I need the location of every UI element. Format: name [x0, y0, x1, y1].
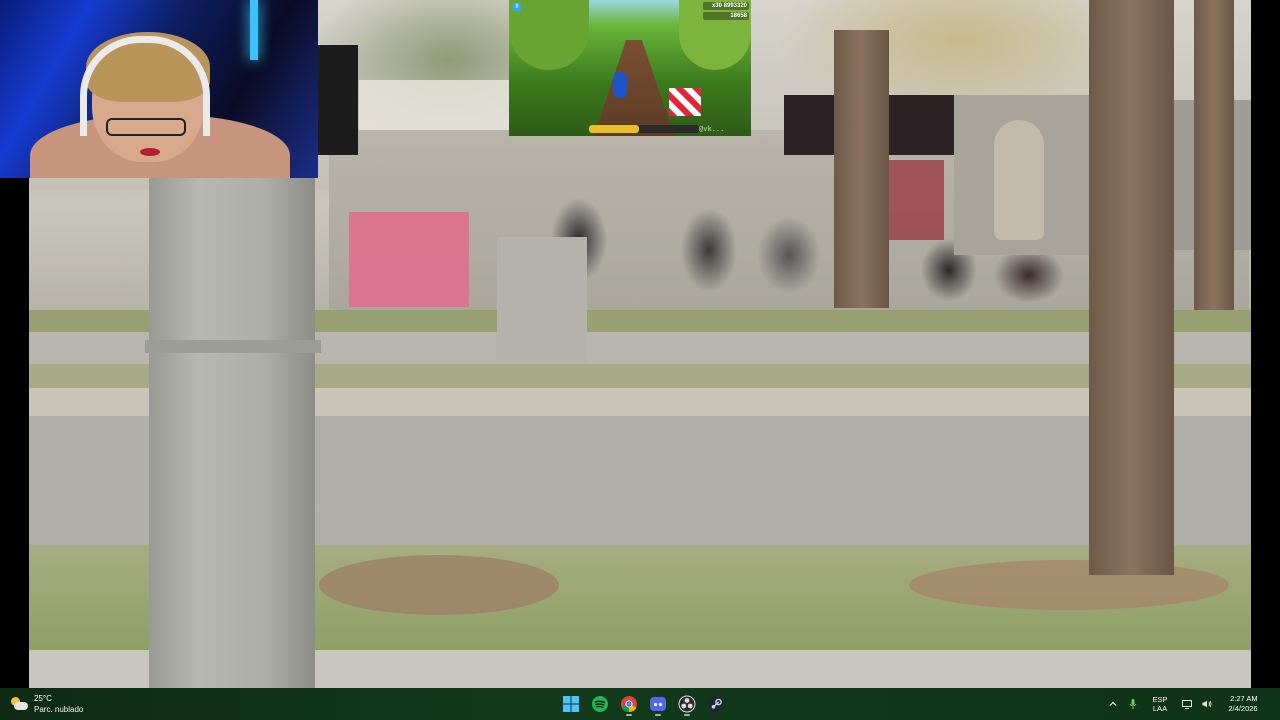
obs-studio-icon	[678, 695, 695, 713]
game-score-value: 8993320	[723, 3, 747, 9]
banner-figure	[994, 120, 1044, 240]
stone-block	[497, 237, 587, 362]
cloud-shape	[14, 702, 28, 710]
webcam-overlay	[0, 0, 318, 178]
taskbar: 25°C Parc. nublado ESP LAA 2:27 AM 2/4/2…	[0, 688, 1280, 720]
taskbar-apps	[556, 688, 730, 720]
game-overlay: II x30 8993320 18658 @vk...	[509, 0, 751, 136]
chevron-up-icon[interactable]	[1106, 692, 1120, 716]
red-booth	[884, 160, 944, 240]
weather-condition: Parc. nublado	[34, 705, 84, 714]
pause-icon: II	[513, 3, 521, 11]
chrome-button[interactable]	[617, 692, 641, 716]
game-logo-fragment	[318, 45, 358, 155]
volume-icon[interactable]	[1200, 692, 1214, 716]
discord-icon	[649, 697, 666, 711]
game-power-bar	[589, 125, 699, 133]
clock[interactable]: 2:27 AM 2/4/2026	[1220, 692, 1266, 716]
weather-widget[interactable]: 25°C Parc. nublado	[10, 692, 83, 716]
streamer-mouth	[140, 148, 160, 156]
concrete-pole	[149, 178, 315, 688]
game-multiplier: x30	[711, 3, 722, 9]
pink-chairs	[349, 212, 469, 307]
discord-button[interactable]	[646, 692, 670, 716]
language-code: ESP	[1152, 695, 1168, 704]
partly-cloudy-icon	[10, 697, 28, 711]
game-hud: x30 8993320 18658	[703, 2, 749, 22]
network-icon[interactable]	[1180, 692, 1194, 716]
game-runner	[613, 72, 627, 98]
clock-time: 2:27 AM	[1230, 694, 1258, 703]
game-handle: @vk...	[699, 125, 725, 133]
microphone-icon[interactable]	[1126, 692, 1140, 716]
game-track	[594, 40, 674, 136]
clock-date: 2/4/2026	[1228, 704, 1258, 713]
game-power-fill	[589, 125, 639, 133]
dirt-patch	[909, 560, 1229, 610]
game-barrier	[669, 88, 701, 116]
game-coins: 18658	[703, 12, 749, 20]
obs-button[interactable]	[675, 692, 699, 716]
palm-trunk	[834, 30, 889, 308]
keyboard-layout: LAA	[1152, 704, 1168, 713]
palm-trunk	[1194, 0, 1234, 312]
chrome-icon	[620, 696, 637, 713]
language-indicator[interactable]: ESP LAA	[1146, 692, 1174, 716]
weather-temperature: 25°C	[34, 694, 52, 703]
spotify-button[interactable]	[588, 692, 612, 716]
start-button[interactable]	[559, 692, 583, 716]
windows-start-icon	[562, 696, 579, 712]
steam-icon	[707, 696, 724, 712]
dirt-patch	[319, 555, 559, 615]
glasses	[106, 118, 186, 136]
spotify-icon	[591, 696, 608, 712]
system-tray: ESP LAA 2:27 AM 2/4/2026	[1103, 688, 1280, 720]
steam-button[interactable]	[704, 692, 728, 716]
weather-text: 25°C Parc. nublado	[34, 693, 83, 715]
palm-trunk	[1089, 0, 1174, 575]
pole-band	[145, 340, 321, 353]
game-score: x30 8993320	[703, 2, 749, 10]
game-tree	[509, 0, 589, 70]
desktop-screen: II x30 8993320 18658 @vk...	[0, 0, 1280, 688]
neon-light	[250, 0, 258, 60]
